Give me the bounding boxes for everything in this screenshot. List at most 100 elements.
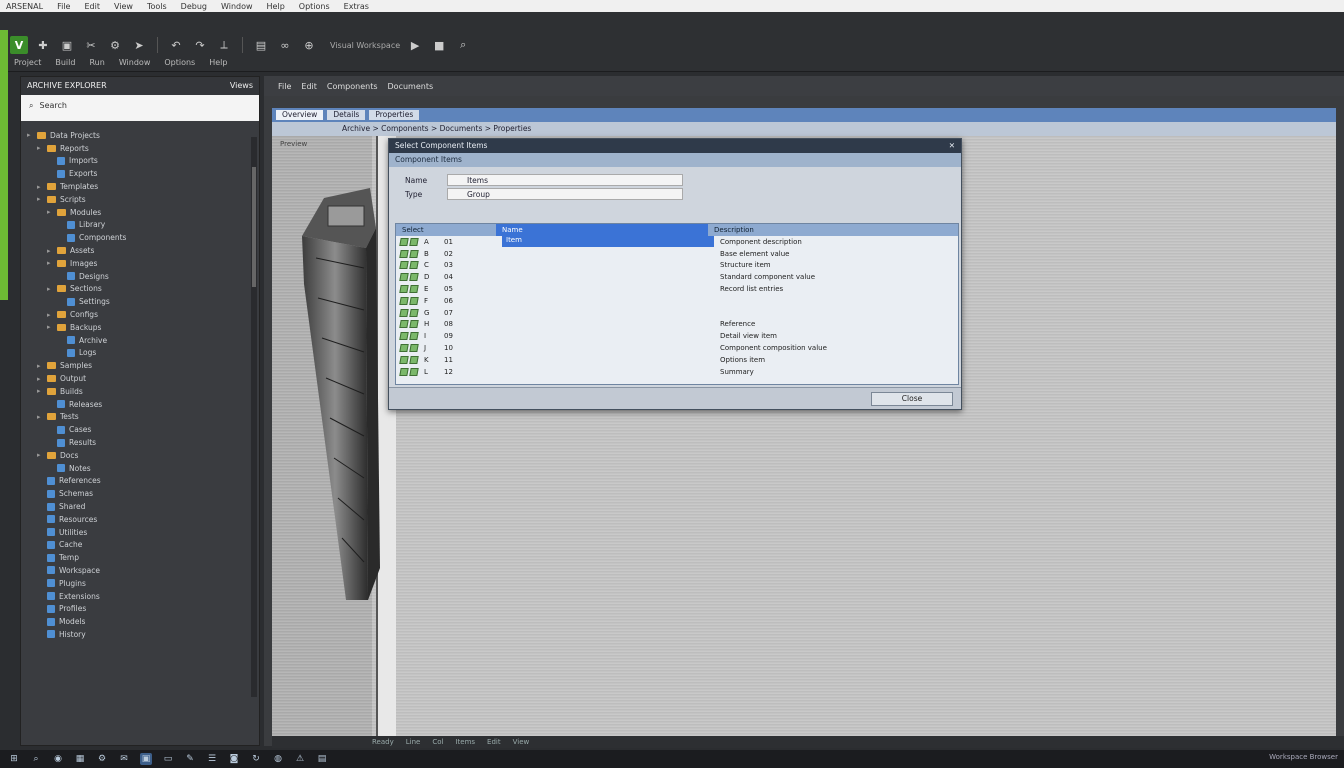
- tree-item[interactable]: Shared: [25, 500, 255, 513]
- tab-properties[interactable]: Properties: [369, 110, 420, 120]
- tree-item[interactable]: ▸ Samples: [25, 359, 255, 372]
- row-checkbox[interactable]: [396, 367, 424, 376]
- link-icon[interactable]: ∞: [276, 36, 294, 54]
- checkbox-icon[interactable]: [409, 332, 419, 341]
- mail-icon[interactable]: ✉: [118, 753, 130, 765]
- redo-icon[interactable]: ↷: [191, 36, 209, 54]
- work-toolbar-file[interactable]: File: [278, 82, 291, 91]
- column-header-description[interactable]: Description: [708, 224, 760, 236]
- checkbox-icon[interactable]: [409, 285, 419, 294]
- explorer-scrollbar[interactable]: [251, 137, 257, 697]
- tree-item[interactable]: Utilities: [25, 526, 255, 539]
- list-row[interactable]: H 08 Reference: [396, 319, 958, 331]
- expander-icon[interactable]: ▸: [37, 387, 43, 395]
- expander-icon[interactable]: ▸: [37, 362, 43, 370]
- start-icon[interactable]: ⊞: [8, 753, 20, 765]
- browser-icon[interactable]: ◉: [52, 753, 64, 765]
- checkbox-icon[interactable]: [399, 332, 409, 341]
- checkbox-icon[interactable]: [409, 344, 419, 353]
- checkbox-icon[interactable]: [409, 308, 419, 317]
- expander-icon[interactable]: ▸: [37, 195, 43, 203]
- column-header-name[interactable]: Name: [496, 224, 708, 236]
- stop-icon[interactable]: ■: [430, 36, 448, 54]
- globe-icon[interactable]: ◍: [272, 753, 284, 765]
- toolbar-menu-options[interactable]: Options: [164, 58, 195, 67]
- tree-item[interactable]: ▸ Scripts: [25, 193, 255, 206]
- refresh-icon[interactable]: ↻: [250, 753, 262, 765]
- close-button[interactable]: Close: [871, 392, 953, 406]
- tree-item[interactable]: ▸ Configs: [25, 308, 255, 321]
- checkbox-icon[interactable]: [399, 237, 409, 246]
- scrollbar-thumb[interactable]: [252, 167, 256, 287]
- search-icon[interactable]: ⌕: [454, 36, 472, 54]
- cut-icon[interactable]: ✂: [82, 36, 100, 54]
- expander-icon[interactable]: ▸: [27, 131, 33, 139]
- tree-item[interactable]: Resources: [25, 513, 255, 526]
- tree-item[interactable]: Temp: [25, 551, 255, 564]
- checkbox-icon[interactable]: [399, 355, 409, 364]
- camera-icon[interactable]: ◙: [228, 753, 240, 765]
- list-row[interactable]: G 07: [396, 307, 958, 319]
- tree-item[interactable]: Designs: [25, 270, 255, 283]
- pointer-icon[interactable]: ➤: [130, 36, 148, 54]
- checkbox-icon[interactable]: [399, 344, 409, 353]
- list-row[interactable]: K 11 Options item: [396, 354, 958, 366]
- save-icon[interactable]: ▤: [252, 36, 270, 54]
- menu-item-view[interactable]: View: [114, 2, 133, 11]
- checkbox-icon[interactable]: [399, 249, 409, 258]
- checkbox-icon[interactable]: [409, 296, 419, 305]
- row-checkbox[interactable]: [396, 344, 424, 353]
- list-icon[interactable]: ☰: [206, 753, 218, 765]
- expander-icon[interactable]: ▸: [47, 323, 53, 331]
- close-icon[interactable]: ✕: [949, 141, 955, 151]
- checkbox-icon[interactable]: [399, 261, 409, 270]
- toolbar-menu-help[interactable]: Help: [209, 58, 227, 67]
- tree-item[interactable]: ▸ Assets: [25, 244, 255, 257]
- tab-details[interactable]: Details: [327, 110, 366, 120]
- tree-item[interactable]: Imports: [25, 155, 255, 168]
- checkbox-icon[interactable]: [409, 320, 419, 329]
- open-icon[interactable]: ▣: [58, 36, 76, 54]
- expander-icon[interactable]: ▸: [47, 285, 53, 293]
- row-checkbox[interactable]: [396, 273, 424, 282]
- row-checkbox[interactable]: [396, 308, 424, 317]
- menu-item-file[interactable]: File: [57, 2, 70, 11]
- app-badge-button[interactable]: V: [10, 36, 28, 54]
- checkbox-icon[interactable]: [409, 261, 419, 270]
- tree-item[interactable]: Workspace: [25, 564, 255, 577]
- menu-item-window[interactable]: Window: [221, 2, 253, 11]
- tree-item[interactable]: Cases: [25, 423, 255, 436]
- checkbox-icon[interactable]: [409, 355, 419, 364]
- tree-item[interactable]: Profiles: [25, 602, 255, 615]
- warning-icon[interactable]: ⚠: [294, 753, 306, 765]
- toolbar-menu-window[interactable]: Window: [119, 58, 151, 67]
- tree-item[interactable]: Archive: [25, 334, 255, 347]
- toolbar-menu-build[interactable]: Build: [55, 58, 75, 67]
- tree-item[interactable]: ▸ Output: [25, 372, 255, 385]
- measure-icon[interactable]: ⟂: [215, 36, 233, 54]
- row-checkbox[interactable]: [396, 285, 424, 294]
- tree-item[interactable]: ▸ Modules: [25, 206, 255, 219]
- checkbox-icon[interactable]: [399, 367, 409, 376]
- search-icon[interactable]: ⌕: [30, 753, 42, 765]
- tree-item[interactable]: ▸ Templates: [25, 180, 255, 193]
- tree-item[interactable]: References: [25, 475, 255, 488]
- settings-icon[interactable]: ⚙: [106, 36, 124, 54]
- list-row[interactable]: J 10 Component composition value: [396, 342, 958, 354]
- expander-icon[interactable]: ▸: [47, 311, 53, 319]
- tree-item[interactable]: ▸ Data Projects: [25, 129, 255, 142]
- tree-item[interactable]: ▸ Backups: [25, 321, 255, 334]
- folder-open-icon[interactable]: ▤: [316, 753, 328, 765]
- tree-item[interactable]: Plugins: [25, 577, 255, 590]
- tab-overview[interactable]: Overview: [276, 110, 324, 120]
- tree-item[interactable]: Models: [25, 615, 255, 628]
- tree-item[interactable]: Results: [25, 436, 255, 449]
- work-toolbar-documents[interactable]: Documents: [388, 82, 434, 91]
- tree-item[interactable]: ▸ Images: [25, 257, 255, 270]
- tree-item[interactable]: ▸ Reports: [25, 142, 255, 155]
- toolbar-menu-run[interactable]: Run: [89, 58, 104, 67]
- edit-icon[interactable]: ✎: [184, 753, 196, 765]
- list-row[interactable]: B 02 Base element value: [396, 248, 958, 260]
- list-row[interactable]: E 05 Record list entries: [396, 283, 958, 295]
- tree-item[interactable]: Library: [25, 219, 255, 232]
